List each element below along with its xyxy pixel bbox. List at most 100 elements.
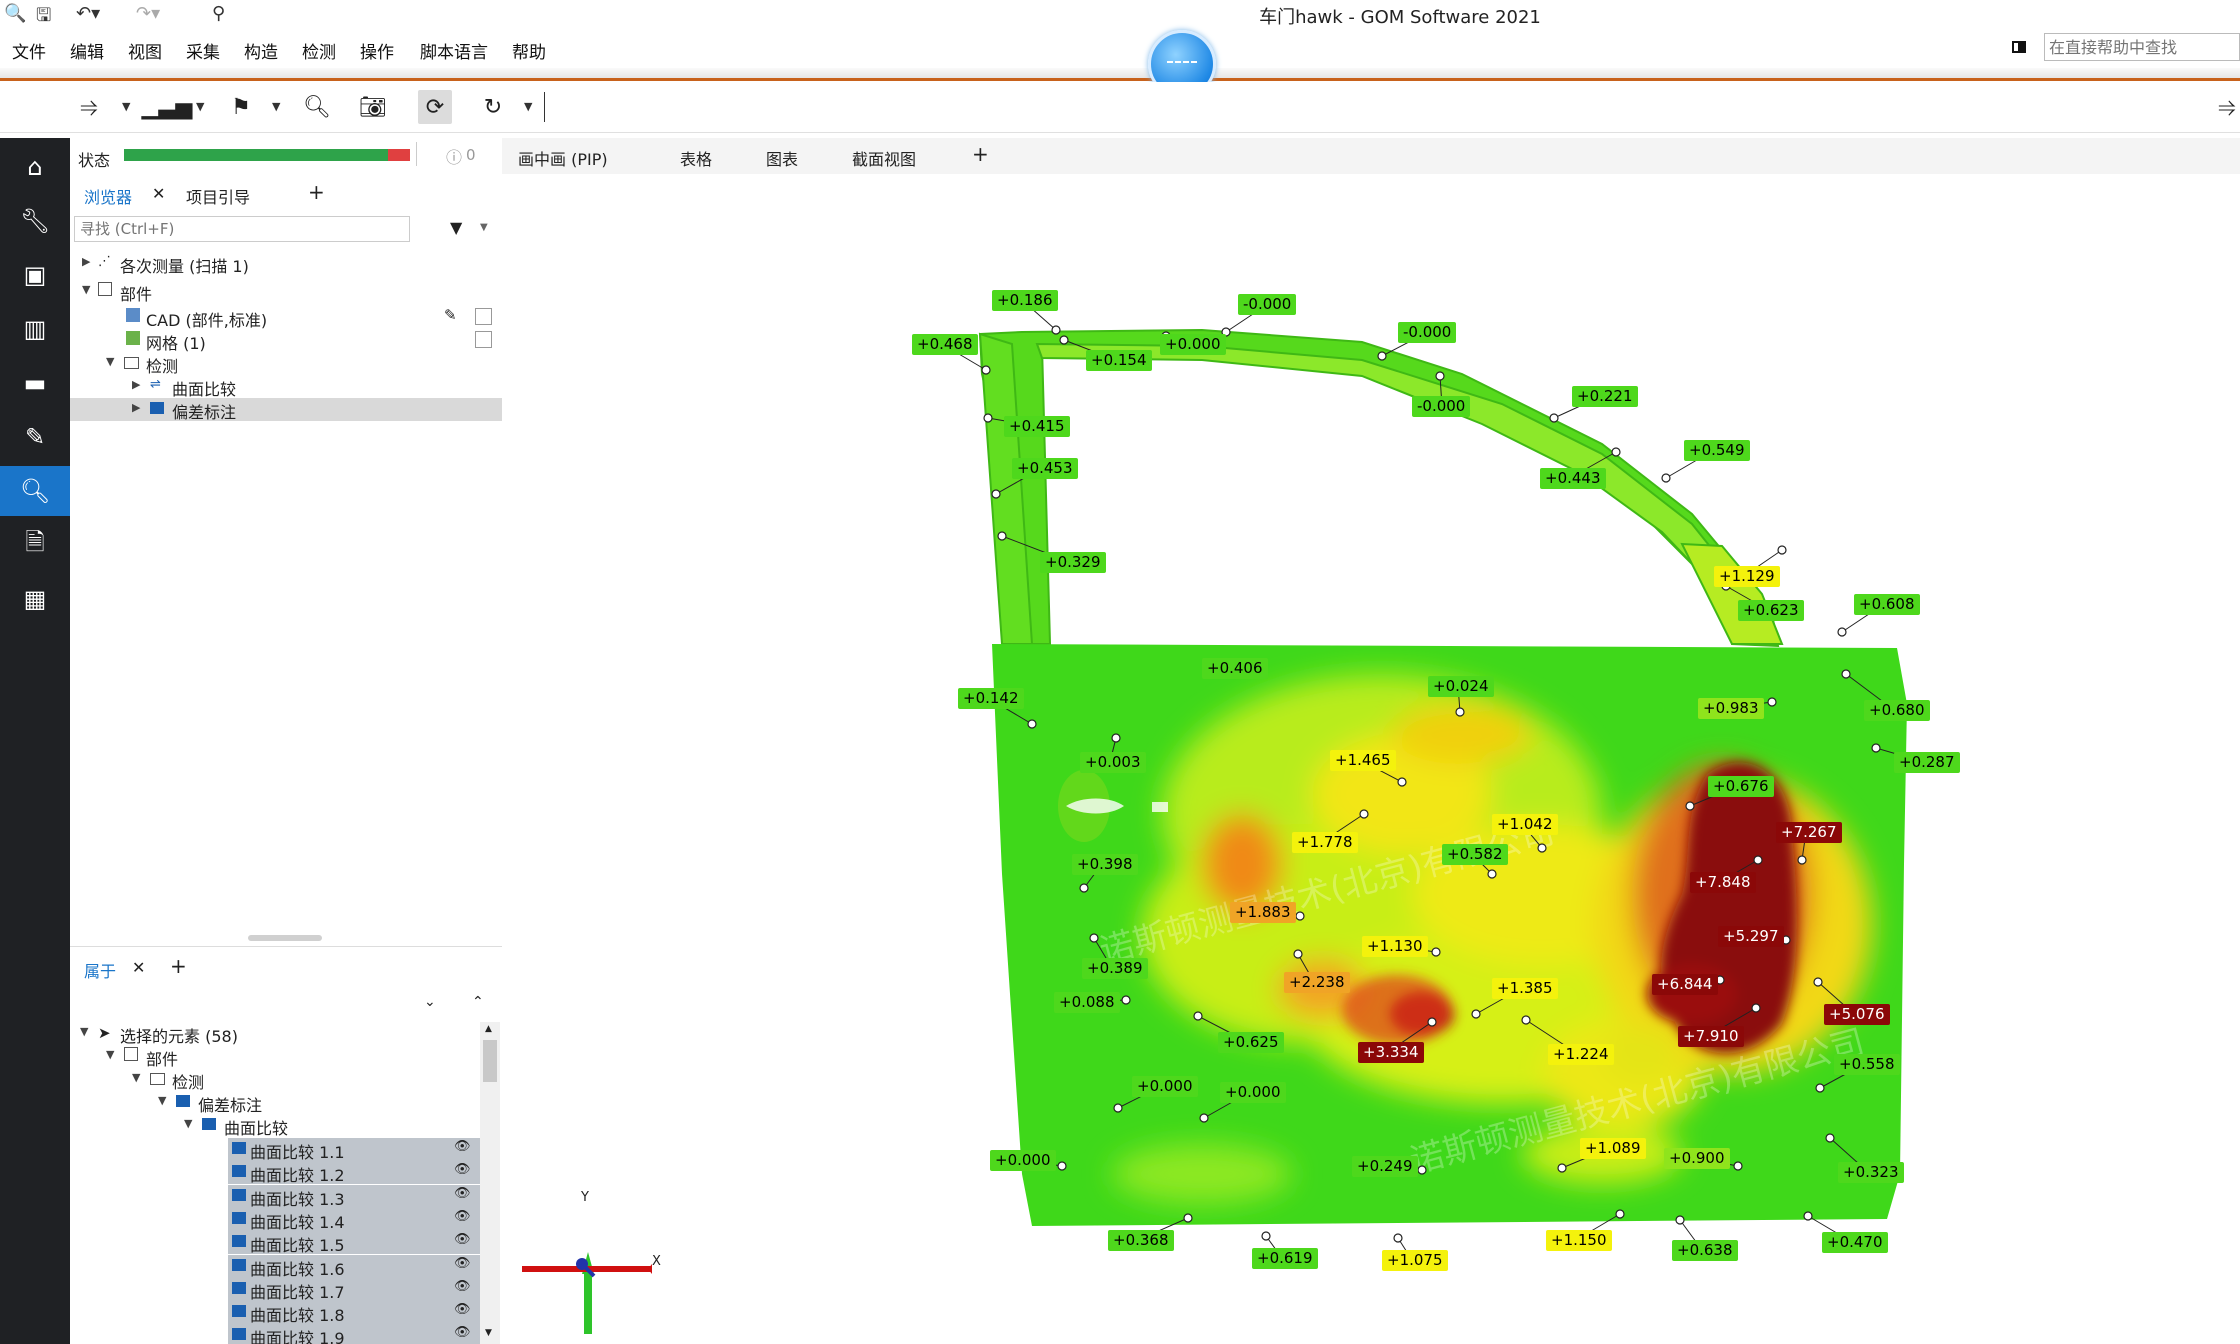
comparison-row[interactable]: 曲面比较 1.2 👁︎ [228,1161,480,1185]
deviation-label[interactable]: +1.075 [1382,1250,1448,1271]
measure-point[interactable] [1661,473,1671,483]
tree-item-part[interactable]: ▼ 部件 [70,1045,502,1069]
eye-icon[interactable]: 👁︎ [454,1139,471,1154]
deviation-label[interactable]: +3.334 [1358,1042,1424,1063]
measure-point[interactable] [1813,977,1823,987]
splitter-handle[interactable] [248,935,322,941]
measure-point[interactable] [1427,1017,1437,1027]
deviation-label[interactable]: +0.676 [1708,776,1774,797]
deviation-label[interactable]: +0.468 [912,334,978,355]
deviation-label[interactable]: +1.130 [1362,936,1428,957]
tab-properties[interactable]: 属于 [84,958,116,982]
deviation-label[interactable]: +0.389 [1082,958,1148,979]
measure-point[interactable] [1193,1011,1203,1021]
tab-table[interactable]: 表格 [680,146,712,170]
comparison-row[interactable]: 曲面比较 1.1 👁︎ [228,1138,480,1162]
tab-browser[interactable]: 浏览器 [84,184,132,208]
deviation-label[interactable]: +1.129 [1714,566,1780,587]
menu-acquire[interactable]: 采集 [186,38,220,63]
comparison-row[interactable]: 曲面比较 1.7 👁︎ [228,1277,480,1302]
deviation-label[interactable]: +0.900 [1664,1148,1730,1169]
menu-operations[interactable]: 操作 [360,38,394,63]
measure-point[interactable] [1359,809,1369,819]
chevron-down-icon[interactable]: ▼ [480,222,488,233]
menu-construct[interactable]: 构造 [244,38,278,63]
measure-point[interactable] [1079,883,1089,893]
tree-item-surface-comparison[interactable]: ▼ 曲面比较 [70,1114,502,1138]
comparison-row[interactable]: 曲面比较 1.3 👁︎ [228,1184,480,1209]
chevron-down-icon[interactable]: ▼ [196,100,204,113]
measure-point[interactable] [1295,911,1305,921]
tab-diagram[interactable]: 图表 [766,146,798,170]
info-icon[interactable]: ⓘ [446,144,462,168]
measure-point[interactable] [1435,371,1445,381]
measure-point[interactable] [1051,325,1061,335]
deviation-label[interactable]: +0.398 [1072,854,1138,875]
measure-point[interactable] [983,413,993,423]
deviation-label[interactable]: +2.238 [1284,972,1350,993]
measure-point[interactable] [1111,733,1121,743]
measure-point[interactable] [1471,1009,1481,1019]
measure-point[interactable] [1753,855,1763,865]
deviation-label[interactable]: +0.186 [992,290,1058,311]
eye-icon[interactable]: 👁︎ [454,1209,471,1224]
eye-icon[interactable]: 👁︎ [454,1186,471,1201]
deviation-label[interactable]: -0.000 [1412,396,1471,417]
measure-point[interactable] [1777,545,1787,555]
measure-point[interactable] [1113,1103,1123,1113]
menu-help[interactable]: 帮助 [512,38,546,63]
measure-point[interactable] [1487,869,1497,879]
eye-icon[interactable]: 👁︎ [454,1325,471,1340]
video-icon[interactable]: ▬ [0,358,70,408]
recalculate-icon[interactable]: ⟳ [418,90,452,124]
3d-viewport[interactable]: Y X 诺斯顿测量技术(北京)有限公司 诺斯顿测量技术(北京)有限公司 +0.1… [502,174,2240,1344]
deviation-label[interactable]: +0.000 [990,1150,1056,1171]
deviation-label[interactable]: +0.154 [1086,350,1152,371]
tree-item-surface-comparison[interactable]: ▶ ⇌ 曲面比较 [70,375,502,399]
menu-view[interactable]: 视图 [128,38,162,63]
chevron-down-icon[interactable]: ▼ [524,100,532,113]
visibility-checkbox[interactable] [475,308,492,325]
tree-item-deviation-label[interactable]: ▶ 偏差标注 [70,398,502,422]
visibility-checkbox[interactable] [475,331,492,348]
deviation-label[interactable]: +0.003 [1080,752,1146,773]
caliper-icon[interactable]: ✎ [0,412,70,462]
chevron-down-icon[interactable]: ▼ [272,100,280,113]
search-icon[interactable]: 🔍︎ [300,90,334,124]
deviation-label[interactable]: +7.910 [1678,1026,1744,1047]
tree-item-inspection[interactable]: ▼ 检测 [70,1068,502,1092]
deviation-label[interactable]: +0.323 [1838,1162,1904,1183]
menu-file[interactable]: 文件 [12,38,46,63]
comparison-row[interactable]: 曲面比较 1.4 👁︎ [228,1207,480,1232]
deviation-label[interactable]: +7.848 [1690,872,1756,893]
deviation-label[interactable]: +0.000 [1160,334,1226,355]
deviation-label[interactable]: +0.983 [1698,698,1764,719]
deviation-label[interactable]: +0.549 [1684,440,1750,461]
redo-icon[interactable]: ↷▾ [136,3,160,24]
deviation-label[interactable]: +0.623 [1738,600,1804,621]
alignment-icon[interactable]: ⥤ [72,90,106,124]
measure-point[interactable] [991,489,1001,499]
deviation-label[interactable]: +1.042 [1492,814,1558,835]
report-icon[interactable]: 🗎 [0,520,70,570]
grid-icon[interactable]: ▦ [0,574,70,624]
add-tab-icon[interactable]: + [170,954,187,978]
measure-point[interactable] [1685,801,1695,811]
measure-point[interactable] [1751,1003,1761,1013]
chevron-down-icon[interactable]: ▼ [122,100,130,113]
deviation-label[interactable]: +0.287 [1894,752,1960,773]
tree-structure-icon[interactable]: ⚲ [212,3,225,24]
menu-edit[interactable]: 编辑 [70,38,104,63]
measure-point[interactable] [1377,351,1387,361]
deviation-label[interactable]: +0.088 [1054,992,1120,1013]
deviation-label[interactable]: +5.076 [1824,1004,1890,1025]
deviation-label[interactable]: +0.000 [1132,1076,1198,1097]
deviation-label[interactable]: +1.778 [1292,832,1358,853]
tree-item-part[interactable]: ▼ 部件 [70,280,502,304]
tree-item-deviation-label[interactable]: ▼ 偏差标注 [70,1091,502,1115]
deviation-label[interactable]: +0.582 [1442,844,1508,865]
book-icon[interactable] [2010,38,2028,56]
deviation-label[interactable]: +6.844 [1652,974,1718,995]
panel-toggle-icon[interactable]: ⥤ [2210,90,2240,124]
deviation-label[interactable]: +1.224 [1548,1044,1614,1065]
